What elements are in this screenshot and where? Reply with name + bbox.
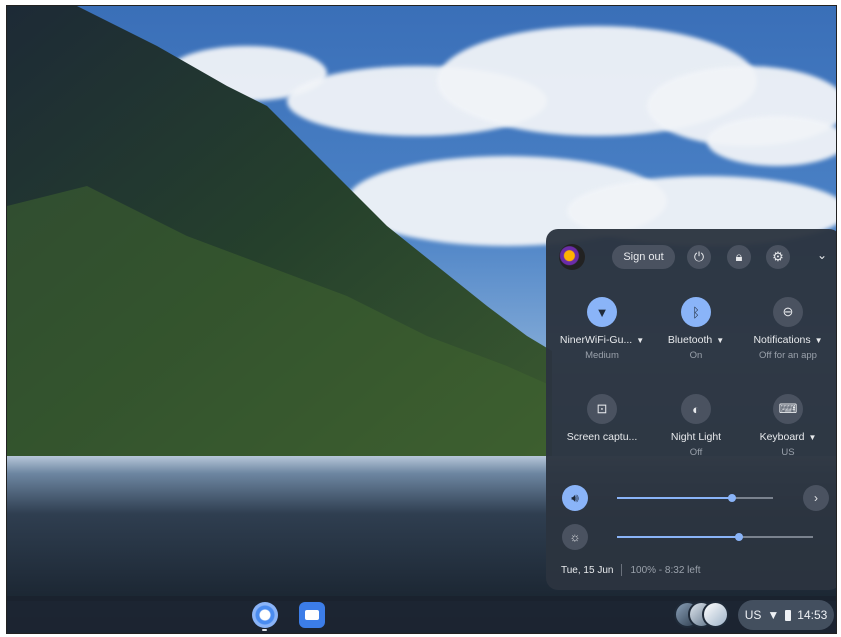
wifi-label: NinerWiFi-Gu... xyxy=(559,334,633,346)
volume-thumb[interactable] xyxy=(728,494,737,502)
keyboard-toggle[interactable]: ⌨ xyxy=(773,394,803,424)
thumbnail-3 xyxy=(702,601,729,628)
desktop: Sign out ⏻ 🔒︎ ⚙ ⌄ ▼ NinerWiFi-Gu... ▼ Med… xyxy=(6,5,837,634)
tile-night-light[interactable]: ◐ Night Light Off xyxy=(647,394,745,458)
chevron-down-icon: ⌄ xyxy=(816,248,827,262)
volume-row: 🔊︎ › xyxy=(562,485,829,511)
date-label[interactable]: Tue, 15 Jun xyxy=(561,565,613,576)
tile-notifications[interactable]: ⊖ Notifications ▼ Off for an app xyxy=(739,297,836,361)
chevron-right-icon: › xyxy=(814,491,818,505)
status-area[interactable]: US ▼ 14:53 xyxy=(738,600,834,630)
bluetooth-label: Bluetooth xyxy=(667,334,713,346)
battery-label: 100% - 8:32 left xyxy=(630,564,701,576)
volume-slider[interactable] xyxy=(617,494,773,502)
app-running-indicator xyxy=(262,629,267,631)
night-light-icon: ◐ xyxy=(692,401,700,417)
tile-bluetooth[interactable]: ᛒ Bluetooth ▼ On xyxy=(647,297,745,361)
brightness-fill xyxy=(617,536,739,538)
lock-icon: 🔒︎ xyxy=(735,249,743,264)
wifi-icon: ▼ xyxy=(595,304,609,320)
clock: 14:53 xyxy=(797,608,828,622)
screen-capture-toggle[interactable]: ⊡ xyxy=(587,394,617,424)
brightness-slider[interactable] xyxy=(617,533,813,541)
night-light-label: Night Light xyxy=(670,431,722,443)
wifi-status: Medium xyxy=(585,350,619,361)
shelf: US ▼ 14:53 xyxy=(7,596,836,633)
user-avatar[interactable] xyxy=(559,244,585,270)
divider xyxy=(621,564,623,576)
caret-down-icon[interactable]: ▼ xyxy=(809,433,817,442)
notifications-label: Notifications xyxy=(753,334,811,346)
quick-settings-header: Sign out ⏻ 🔒︎ ⚙ ⌄ xyxy=(559,241,831,271)
bluetooth-toggle[interactable]: ᛒ xyxy=(681,297,711,327)
brightness-icon: ☼ xyxy=(569,530,581,544)
brightness-row: ☼ xyxy=(562,524,829,550)
caret-down-icon[interactable]: ▼ xyxy=(815,336,823,345)
holding-space[interactable] xyxy=(674,601,729,628)
caret-down-icon[interactable]: ▼ xyxy=(636,336,644,345)
settings-button[interactable]: ⚙ xyxy=(766,245,790,269)
screen-capture-label: Screen captu... xyxy=(566,431,638,443)
night-light-status: Off xyxy=(689,447,703,458)
tile-wifi[interactable]: ▼ NinerWiFi-Gu... ▼ Medium xyxy=(553,297,651,361)
keyboard-label: Keyboard xyxy=(759,431,805,443)
chrome-icon[interactable] xyxy=(252,602,278,628)
volume-fill xyxy=(617,497,733,499)
quick-settings-panel: Sign out ⏻ 🔒︎ ⚙ ⌄ ▼ NinerWiFi-Gu... ▼ Med… xyxy=(546,229,836,590)
keyboard-status: US xyxy=(781,447,795,458)
keyboard-icon: ⌨ xyxy=(778,401,798,416)
bluetooth-status: On xyxy=(689,350,703,361)
night-light-toggle[interactable]: ◐ xyxy=(681,394,711,424)
sign-out-button[interactable]: Sign out xyxy=(612,245,675,269)
wifi-toggle[interactable]: ▼ xyxy=(587,297,617,327)
tile-screen-capture[interactable]: ⊡ Screen captu... xyxy=(553,394,651,443)
brightness-thumb[interactable] xyxy=(734,533,743,541)
lock-button[interactable]: 🔒︎ xyxy=(727,245,751,269)
volume-icon: 🔊︎ xyxy=(571,490,579,505)
audio-settings-button[interactable]: › xyxy=(803,485,829,511)
bluetooth-icon: ᛒ xyxy=(692,304,700,320)
notifications-icon: ⊖ xyxy=(782,304,794,319)
input-method: US xyxy=(744,608,762,622)
screen-capture-icon: ⊡ xyxy=(596,401,608,416)
tile-keyboard[interactable]: ⌨ Keyboard ▼ US xyxy=(739,394,836,458)
notifications-toggle[interactable]: ⊖ xyxy=(773,297,803,327)
collapse-button[interactable]: ⌄ xyxy=(817,248,827,262)
quick-settings-footer: Tue, 15 Jun 100% - 8:32 left xyxy=(561,564,701,576)
notifications-status: Off for an app xyxy=(759,350,817,361)
mute-button[interactable]: 🔊︎ xyxy=(562,485,588,511)
caret-down-icon[interactable]: ▼ xyxy=(716,336,724,345)
files-icon[interactable] xyxy=(299,602,325,628)
brightness-button: ☼ xyxy=(562,524,588,550)
gear-icon: ⚙ xyxy=(772,249,784,264)
battery-icon xyxy=(785,609,792,621)
power-button[interactable]: ⏻ xyxy=(687,245,711,269)
wifi-icon: ▼ xyxy=(767,608,780,622)
power-icon: ⏻ xyxy=(693,249,705,264)
